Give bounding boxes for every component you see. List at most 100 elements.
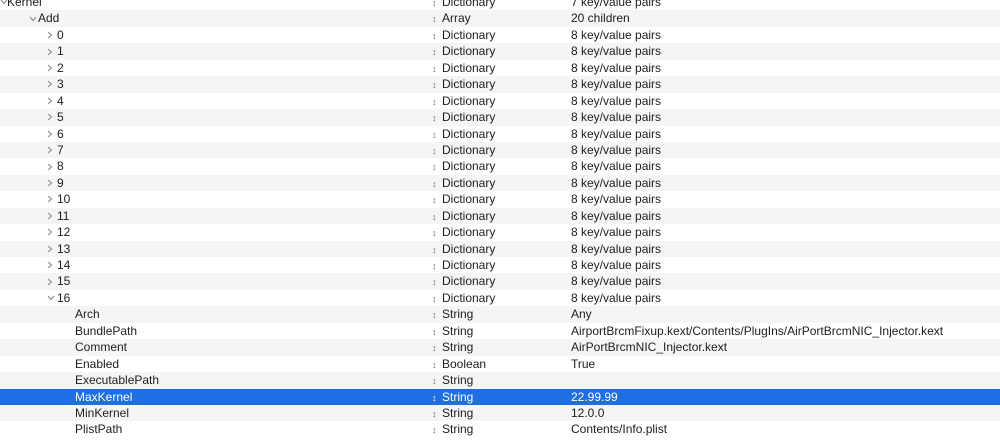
row-value[interactable]: 8 key/value pairs (571, 241, 661, 257)
row-value[interactable]: Contents/Info.plist (571, 421, 667, 437)
row-value[interactable]: 8 key/value pairs (571, 142, 661, 158)
row-value[interactable]: 8 key/value pairs (571, 224, 661, 240)
row-key[interactable]: 11 (57, 208, 69, 224)
row-value[interactable]: 8 key/value pairs (571, 158, 661, 174)
row-key[interactable]: 10 (57, 191, 70, 207)
plist-row[interactable]: 4 ↕ Dictionary 8 key/value pairs (0, 93, 1000, 109)
row-key[interactable]: 5 (57, 109, 64, 125)
row-type-popup[interactable]: ↕ String (432, 421, 473, 437)
plist-row[interactable]: 2 ↕ Dictionary 8 key/value pairs (0, 60, 1000, 76)
chevron-right-icon[interactable] (46, 224, 56, 240)
row-value[interactable]: True (571, 356, 595, 372)
row-key[interactable]: 14 (57, 257, 70, 273)
row-type-popup[interactable]: ↕ String (432, 405, 473, 421)
row-value[interactable]: AirPortBrcmNIC_Injector.kext (571, 339, 727, 355)
plist-row[interactable]: Kernel ↕ Dictionary 7 key/value pairs (0, 0, 1000, 10)
chevron-right-icon[interactable] (46, 60, 56, 76)
row-key[interactable]: Arch (75, 306, 100, 322)
row-type-popup[interactable]: ↕ Dictionary (432, 43, 495, 59)
row-type-popup[interactable]: ↕ Dictionary (432, 142, 495, 158)
row-value[interactable]: 8 key/value pairs (571, 60, 661, 76)
chevron-right-icon[interactable] (46, 241, 56, 257)
plist-row[interactable]: 6 ↕ Dictionary 8 key/value pairs (0, 126, 1000, 142)
row-type-popup[interactable]: ↕ Dictionary (432, 241, 495, 257)
chevron-down-icon[interactable] (46, 290, 56, 306)
row-type-popup[interactable]: ↕ Dictionary (432, 257, 495, 273)
row-key[interactable]: 0 (57, 27, 64, 43)
row-key[interactable]: PlistPath (75, 421, 122, 437)
row-key[interactable]: Kernel (7, 0, 42, 10)
plist-row[interactable]: 1 ↕ Dictionary 8 key/value pairs (0, 43, 1000, 60)
row-value[interactable]: 7 key/value pairs (571, 0, 661, 10)
chevron-right-icon[interactable] (46, 142, 56, 158)
chevron-right-icon[interactable] (46, 126, 56, 142)
plist-row[interactable]: MaxKernel ↕ String 22.99.99 (0, 388, 1000, 405)
row-key[interactable]: 8 (57, 158, 64, 174)
row-type-popup[interactable]: ↕ Boolean (432, 356, 486, 372)
row-type-popup[interactable]: ↕ Dictionary (432, 208, 495, 224)
row-key[interactable]: 2 (57, 60, 64, 76)
row-value[interactable]: 8 key/value pairs (571, 175, 661, 191)
row-type-popup[interactable]: ↕ String (432, 306, 473, 322)
row-key[interactable]: MinKernel (75, 405, 129, 421)
chevron-right-icon[interactable] (46, 93, 56, 109)
row-value[interactable]: 8 key/value pairs (571, 109, 661, 125)
row-key[interactable]: BundlePath (75, 323, 137, 339)
row-key[interactable]: 13 (57, 241, 70, 257)
row-value[interactable]: 22.99.99 (571, 389, 618, 405)
row-type-popup[interactable]: ↕ Dictionary (432, 273, 495, 289)
row-type-popup[interactable]: ↕ Dictionary (432, 126, 495, 142)
row-value[interactable]: 8 key/value pairs (571, 273, 661, 289)
plist-row[interactable]: BundlePath ↕ String AirportBrcmFixup.kext/C… (0, 323, 1000, 339)
plist-row[interactable]: 10 ↕ Dictionary 8 key/value pairs (0, 191, 1000, 207)
plist-outline-view[interactable]: Kernel ↕ Dictionary 7 key/value pairs Add ↕ Ar… (0, 0, 1000, 438)
plist-row[interactable]: Enabled ↕ Boolean True (0, 356, 1000, 372)
row-type-popup[interactable]: ↕ Array (432, 10, 471, 26)
row-value[interactable]: 8 key/value pairs (571, 93, 661, 109)
row-type-popup[interactable]: ↕ String (432, 339, 473, 355)
chevron-right-icon[interactable] (46, 158, 56, 174)
row-value[interactable]: 20 children (571, 10, 630, 26)
plist-row[interactable]: 11 ↕ Dictionary 8 key/value pairs (0, 207, 1000, 225)
plist-row[interactable]: 12 ↕ Dictionary 8 key/value pairs (0, 224, 1000, 240)
row-type-popup[interactable]: ↕ Dictionary (432, 191, 495, 207)
row-key[interactable]: 4 (57, 93, 64, 109)
row-key[interactable]: ExecutablePath (75, 372, 159, 388)
chevron-right-icon[interactable] (46, 208, 56, 224)
row-key[interactable]: Enabled (75, 356, 119, 372)
row-type-popup[interactable]: ↕ Dictionary (432, 175, 495, 191)
chevron-right-icon[interactable] (46, 257, 56, 273)
row-type-popup[interactable]: ↕ Dictionary (432, 93, 495, 109)
row-key[interactable]: MaxKernel (75, 389, 132, 405)
row-value[interactable]: Any (571, 306, 592, 322)
plist-row[interactable]: 15 ↕ Dictionary 8 key/value pairs (0, 273, 1000, 290)
row-key[interactable]: 9 (57, 175, 64, 191)
row-value[interactable]: 8 key/value pairs (571, 257, 661, 273)
row-value[interactable]: 8 key/value pairs (571, 290, 661, 306)
row-value[interactable]: 8 key/value pairs (571, 191, 661, 207)
chevron-right-icon[interactable] (46, 76, 56, 92)
row-key[interactable]: Add (38, 10, 59, 26)
row-type-popup[interactable]: ↕ String (432, 389, 473, 405)
chevron-right-icon[interactable] (46, 175, 56, 191)
row-value[interactable]: 8 key/value pairs (571, 27, 661, 43)
row-type-popup[interactable]: ↕ Dictionary (432, 224, 495, 240)
chevron-right-icon[interactable] (46, 191, 56, 207)
row-key[interactable]: 15 (57, 273, 70, 289)
row-key[interactable]: 7 (57, 142, 64, 158)
row-key[interactable]: 1 (57, 43, 64, 59)
row-type-popup[interactable]: ↕ Dictionary (432, 27, 495, 43)
row-type-popup[interactable]: ↕ String (432, 372, 473, 388)
plist-row[interactable]: 3 ↕ Dictionary 8 key/value pairs (0, 76, 1000, 93)
row-value[interactable]: 12.0.0 (571, 405, 604, 421)
row-type-popup[interactable]: ↕ Dictionary (432, 109, 495, 125)
row-type-popup[interactable]: ↕ Dictionary (432, 0, 495, 10)
row-type-popup[interactable]: ↕ String (432, 323, 473, 339)
plist-row[interactable]: Arch ↕ String Any (0, 306, 1000, 323)
plist-row[interactable]: MinKernel ↕ String 12.0.0 (0, 404, 1000, 422)
plist-row[interactable]: 8 ↕ Dictionary 8 key/value pairs (0, 158, 1000, 174)
chevron-right-icon[interactable] (46, 43, 56, 59)
plist-row[interactable]: 0 ↕ Dictionary 8 key/value pairs (0, 27, 1000, 43)
row-value[interactable]: 8 key/value pairs (571, 76, 661, 92)
plist-row[interactable]: 9 ↕ Dictionary 8 key/value pairs (0, 174, 1000, 192)
